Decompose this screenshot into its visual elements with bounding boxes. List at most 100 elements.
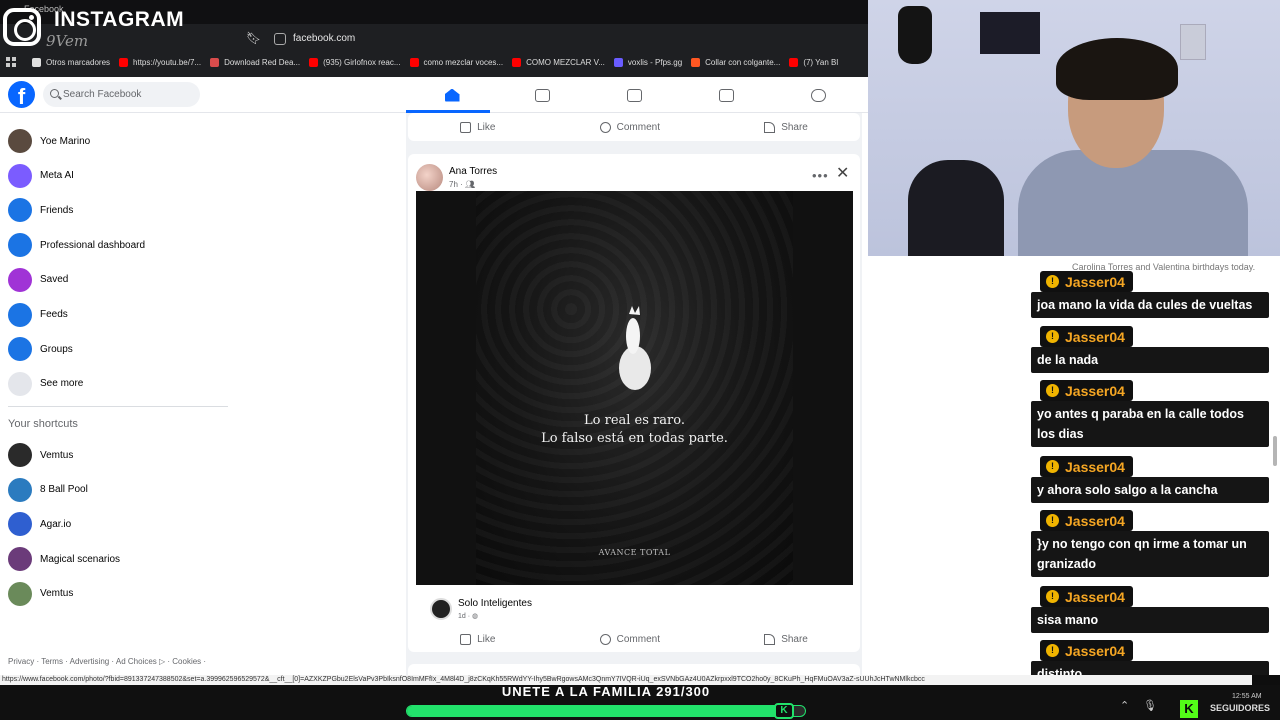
chat-username[interactable]: ! Jasser04	[1040, 640, 1133, 661]
sidebar-item[interactable]: See more	[8, 370, 83, 398]
bookmark-item[interactable]: (935) Girlofnox reac...	[309, 57, 401, 67]
shared-page-name[interactable]: Solo Inteligentes	[458, 598, 532, 609]
bookmark-item[interactable]: https://youtu.be/7...	[119, 57, 201, 67]
facebook-page: f Search Facebook Yoe Marino Meta AI Frien…	[0, 77, 868, 675]
comment-button[interactable]: Comment	[599, 121, 660, 133]
tab-video[interactable]	[588, 77, 680, 113]
marketplace-icon	[718, 88, 734, 102]
bookmark-label: COMO MEZCLAR V...	[526, 57, 605, 67]
sidebar-item[interactable]: Vemtus	[8, 580, 73, 608]
post-author[interactable]: Ana Torres	[449, 166, 497, 177]
bookmark-item[interactable]: Otros marcadores	[32, 57, 110, 67]
search-input[interactable]: Search Facebook	[43, 82, 200, 107]
sidebar-item-label: Vemtus	[40, 449, 74, 461]
youtube-icon	[789, 57, 799, 67]
chat-username[interactable]: ! Jasser04	[1040, 326, 1133, 347]
agar-io-avatar	[8, 512, 32, 537]
bookmark-item[interactable]: Collar con colgante...	[691, 57, 780, 67]
sidebar-item[interactable]: 8 Ball Pool	[8, 476, 88, 504]
sidebar-item[interactable]: Friends	[8, 196, 73, 224]
comment-icon	[599, 121, 611, 133]
close-icon[interactable]: ✕	[836, 163, 849, 183]
chat-username[interactable]: ! Jasser04	[1040, 271, 1133, 292]
apps-grid-icon[interactable]	[6, 57, 16, 67]
address-bar[interactable]: facebook.com	[270, 29, 868, 49]
chat-username-text: Jasser04	[1065, 458, 1125, 475]
chat-username[interactable]: ! Jasser04	[1040, 510, 1133, 531]
post-image[interactable]: Lo real es raro. Lo falso está en todas …	[416, 191, 853, 585]
previous-post-actions: Like Comment Share	[408, 113, 860, 141]
sidebar-item[interactable]: Feeds	[8, 301, 68, 329]
chevron-down-icon	[8, 371, 32, 396]
image-brand: AVANCE TOTAL	[598, 548, 671, 557]
bookmark-item[interactable]: (7) Yan Bl	[789, 57, 838, 67]
sidebar-item[interactable]: Magical scenarios	[8, 545, 120, 573]
bookmark-item[interactable]: voxlis - Pfps.gg	[613, 57, 683, 67]
sidebar-item-label: Vemtus	[40, 588, 74, 600]
bookmark-item[interactable]: Download Red Dea...	[210, 57, 300, 67]
shared-page-avatar[interactable]	[430, 598, 452, 620]
author-avatar[interactable]	[416, 164, 443, 191]
youtube-icon	[309, 57, 319, 67]
tab-home[interactable]	[406, 77, 498, 113]
like-button[interactable]: Like	[460, 121, 495, 133]
share-button[interactable]: Share	[764, 121, 808, 133]
chat-username[interactable]: ! Jasser04	[1040, 380, 1133, 401]
sidebar-item[interactable]: Groups	[8, 335, 73, 363]
watermark-brand: INSTAGRAM	[54, 8, 185, 31]
sidebar-item[interactable]: Saved	[8, 266, 68, 294]
magical-scenarios-avatar	[8, 547, 32, 572]
chat-username-text: Jasser04	[1065, 588, 1125, 605]
instagram-logo-icon	[3, 8, 41, 46]
facebook-logo-icon[interactable]: f	[8, 81, 35, 109]
sidebar-item[interactable]: Professional dashboard	[8, 231, 145, 259]
sidebar-item[interactable]: Vemtus	[8, 441, 73, 469]
vemtus-avatar	[8, 443, 32, 467]
video-icon	[626, 88, 642, 102]
share-button[interactable]: Share	[764, 633, 808, 645]
facebook-top-bar: f Search Facebook	[0, 77, 868, 113]
sidebar-item[interactable]: Yoe Marino	[8, 127, 90, 155]
groups-icon	[8, 337, 32, 362]
tab-dashboard[interactable]	[496, 77, 588, 113]
bookmark-label: voxlis - Pfps.gg	[627, 57, 683, 67]
chat-message: y ahora solo salgo a la cancha	[1031, 477, 1269, 503]
shortcuts-heading: Your shortcuts	[8, 418, 78, 430]
scrollbar[interactable]	[1273, 436, 1277, 466]
user-badge-icon: !	[1046, 275, 1059, 288]
more-options-icon[interactable]: •••	[812, 168, 829, 183]
chat-username-text: Jasser04	[1065, 328, 1125, 345]
sidebar-item[interactable]: Agar.io	[8, 510, 71, 538]
sidebar-item-label: See more	[40, 378, 84, 390]
youtube-icon	[409, 57, 419, 67]
sidebar-item[interactable]: Meta AI	[8, 162, 74, 190]
chat-username[interactable]: ! Jasser04	[1040, 456, 1133, 477]
youtube-icon	[512, 57, 522, 67]
bookmark-icon[interactable]: 🔖︎	[246, 31, 261, 45]
hanging-cap-image	[898, 6, 932, 64]
chevron-up-icon[interactable]: ⌃	[1120, 699, 1129, 712]
goal-progress-bar	[406, 705, 806, 717]
chat-username[interactable]: ! Jasser04	[1040, 586, 1133, 607]
like-button[interactable]: Like	[460, 633, 495, 645]
site-info-icon[interactable]	[274, 33, 286, 45]
sidebar-item-label: Meta AI	[40, 170, 74, 182]
footer-links[interactable]: Privacy · Terms · Advertising · Ad Choic…	[8, 657, 206, 666]
sidebar-item-label: Friends	[40, 204, 74, 216]
share-icon	[764, 633, 776, 645]
tab-marketplace[interactable]	[680, 77, 772, 113]
comment-button[interactable]: Comment	[599, 633, 660, 645]
chat-username-text: Jasser04	[1065, 382, 1125, 399]
url-text[interactable]: facebook.com	[293, 29, 355, 49]
sidebar-item-label: Magical scenarios	[40, 553, 121, 565]
tab-gaming[interactable]	[772, 77, 864, 113]
vemtus-avatar	[8, 581, 32, 606]
like-icon	[460, 633, 472, 645]
bookmark-item[interactable]: COMO MEZCLAR V...	[512, 57, 605, 67]
user-badge-icon: !	[1046, 590, 1059, 603]
kick-goal-icon: K	[774, 703, 794, 719]
chat-message: yo antes q paraba en la calle todos los …	[1031, 401, 1269, 447]
microphone-icon[interactable]: 🎙︎	[1143, 699, 1157, 712]
bookmark-item[interactable]: como mezclar voces...	[409, 57, 503, 67]
webcam-overlay	[868, 0, 1280, 256]
